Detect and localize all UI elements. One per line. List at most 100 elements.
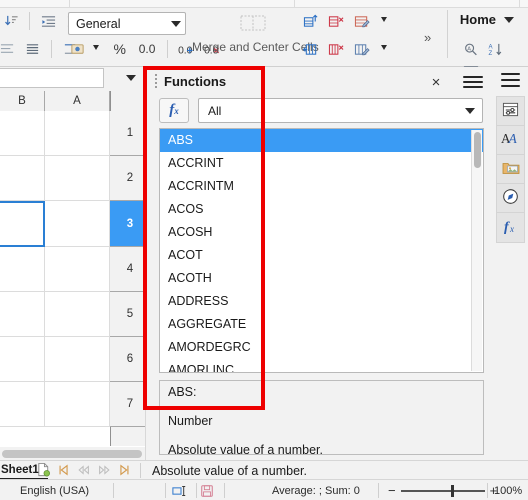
row-header-4[interactable]: 4 <box>110 247 150 292</box>
cell-A1[interactable] <box>45 111 110 156</box>
sidebar: AA fx <box>493 67 528 460</box>
list-item[interactable]: AMORDEGRC <box>160 336 483 359</box>
cell-B5[interactable] <box>0 292 45 337</box>
cell-B1[interactable] <box>0 111 45 156</box>
row-header-5[interactable]: 5 <box>110 292 150 337</box>
list-item[interactable]: ACCRINT <box>160 152 483 175</box>
zoom-slider-track[interactable] <box>400 484 485 497</box>
increase-indent-icon[interactable] <box>38 10 60 32</box>
cell-A3[interactable] <box>45 201 110 247</box>
column-header-B[interactable]: B <box>0 91 45 111</box>
document-modified-icon[interactable] <box>200 480 214 500</box>
currency-dropdown-icon[interactable] <box>93 45 100 51</box>
currency-icon[interactable] <box>66 38 88 60</box>
cells-area[interactable] <box>0 111 110 446</box>
zoom-slider[interactable]: − + <box>388 480 497 500</box>
cell-B6[interactable] <box>0 337 45 382</box>
delete-columns-icon[interactable] <box>325 38 347 60</box>
formula-bar-strip <box>0 67 150 91</box>
row-header-2[interactable]: 2 <box>110 156 150 201</box>
row-header-3[interactable]: 3 <box>110 201 150 247</box>
list-item[interactable]: ADDRESS <box>160 290 483 313</box>
function-description-argument: Number <box>168 414 213 428</box>
delete-rows-icon[interactable] <box>325 10 347 32</box>
function-wizard-icon[interactable]: fx <box>159 98 189 123</box>
list-item[interactable]: AGGREGATE <box>160 313 483 336</box>
row-header-6[interactable]: 6 <box>110 337 150 382</box>
insert-columns-icon[interactable] <box>300 38 322 60</box>
chevron-down-icon[interactable] <box>171 20 181 27</box>
row-dropdown-icon[interactable] <box>381 17 388 23</box>
list-item[interactable]: ACOSH <box>160 221 483 244</box>
cell-A5[interactable] <box>45 292 110 337</box>
chevron-down-icon[interactable] <box>465 107 475 114</box>
panel-grip-icon[interactable] <box>151 73 161 89</box>
sidebar-item-styles[interactable]: AA <box>497 126 524 155</box>
sidebar-item-navigator[interactable] <box>497 184 524 213</box>
column-format-icon[interactable] <box>351 38 373 60</box>
list-item[interactable]: ABS <box>160 129 483 152</box>
sidebar-item-gallery[interactable] <box>497 155 524 184</box>
cell-A4[interactable] <box>45 247 110 292</box>
hamburger-menu-icon[interactable] <box>463 73 483 91</box>
status-language[interactable]: English (USA) <box>20 480 89 500</box>
functions-list[interactable]: ABS ACCRINT ACCRINTM ACOS ACOSH ACOT ACO… <box>159 128 484 373</box>
close-icon[interactable]: × <box>427 73 445 91</box>
insert-rows-icon[interactable] <box>300 10 322 32</box>
formula-input[interactable] <box>0 68 104 88</box>
column-dropdown-icon[interactable] <box>381 45 388 51</box>
next-sheet-icon[interactable] <box>97 463 111 480</box>
cell-A2[interactable] <box>45 156 110 201</box>
number-format-select[interactable]: General <box>68 12 186 35</box>
zoom-level[interactable]: 100% <box>494 480 522 500</box>
list-item[interactable]: ACCRINTM <box>160 175 483 198</box>
chevron-down-icon[interactable] <box>504 16 514 23</box>
last-sheet-icon[interactable] <box>117 463 131 480</box>
sidebar-item-functions[interactable]: fx <box>497 213 524 242</box>
cell-B7[interactable] <box>0 382 45 427</box>
wrap-text-icon[interactable] <box>0 38 18 60</box>
function-description-text: Absolute value of a number. <box>168 443 323 455</box>
toolbar: General % 0.0 0.0 0.0 Merge and Center C… <box>0 0 528 78</box>
percent-icon[interactable]: % <box>109 38 131 60</box>
status-summary[interactable]: Average: ; Sum: 0 <box>272 480 360 500</box>
cell-B2[interactable] <box>0 156 45 201</box>
zoom-slider-thumb[interactable] <box>450 484 454 497</box>
horizontal-scrollbar-thumb[interactable] <box>2 450 142 458</box>
spreadsheet-grid[interactable]: B A 1 2 3 4 5 6 7 <box>0 67 150 460</box>
align-justify-icon[interactable] <box>21 38 43 60</box>
formula-bar-expand-icon[interactable] <box>126 75 136 81</box>
horizontal-scrollbar[interactable] <box>0 447 150 460</box>
sort-icon[interactable]: AZ <box>485 38 507 60</box>
row-header-7[interactable]: 7 <box>110 382 150 427</box>
find-replace-icon[interactable]: A <box>460 38 482 60</box>
cell-B4[interactable] <box>0 247 45 292</box>
functions-list-scrollbar-thumb[interactable] <box>474 132 481 168</box>
list-item[interactable]: ACOS <box>160 198 483 221</box>
row-header-1[interactable]: 1 <box>110 111 150 156</box>
merge-cells-icon[interactable] <box>240 14 266 32</box>
cell-A6[interactable] <box>45 337 110 382</box>
row-format-icon[interactable] <box>351 10 373 32</box>
sheet-tab-bar: Sheet1 Absolute value of a number. <box>0 460 528 480</box>
toolbar-overflow-button[interactable]: » <box>424 30 431 45</box>
decimal-format-icon[interactable]: 0.0 <box>134 38 160 60</box>
function-category-select[interactable]: All <box>198 98 483 123</box>
zoom-out-button[interactable]: − <box>388 483 396 498</box>
navigator-icon <box>502 188 519 208</box>
sidebar-hamburger-icon[interactable] <box>501 73 520 87</box>
list-item[interactable]: AMORLINC <box>160 359 483 372</box>
sidebar-item-properties[interactable] <box>497 97 524 126</box>
list-item[interactable]: ACOTH <box>160 267 483 290</box>
list-item[interactable]: ACOT <box>160 244 483 267</box>
column-header-A[interactable]: A <box>45 91 110 111</box>
add-sheet-icon[interactable] <box>36 462 51 480</box>
home-tab-button[interactable]: Home <box>460 12 514 27</box>
first-sheet-icon[interactable] <box>57 463 71 480</box>
cell-A7[interactable] <box>45 382 110 427</box>
functions-list-scrollbar[interactable] <box>471 130 482 371</box>
previous-sheet-icon[interactable] <box>77 463 91 480</box>
toolbar-divider <box>447 10 448 58</box>
sort-descending-icon[interactable] <box>0 10 22 32</box>
selection-mode-icon[interactable] <box>172 480 190 500</box>
